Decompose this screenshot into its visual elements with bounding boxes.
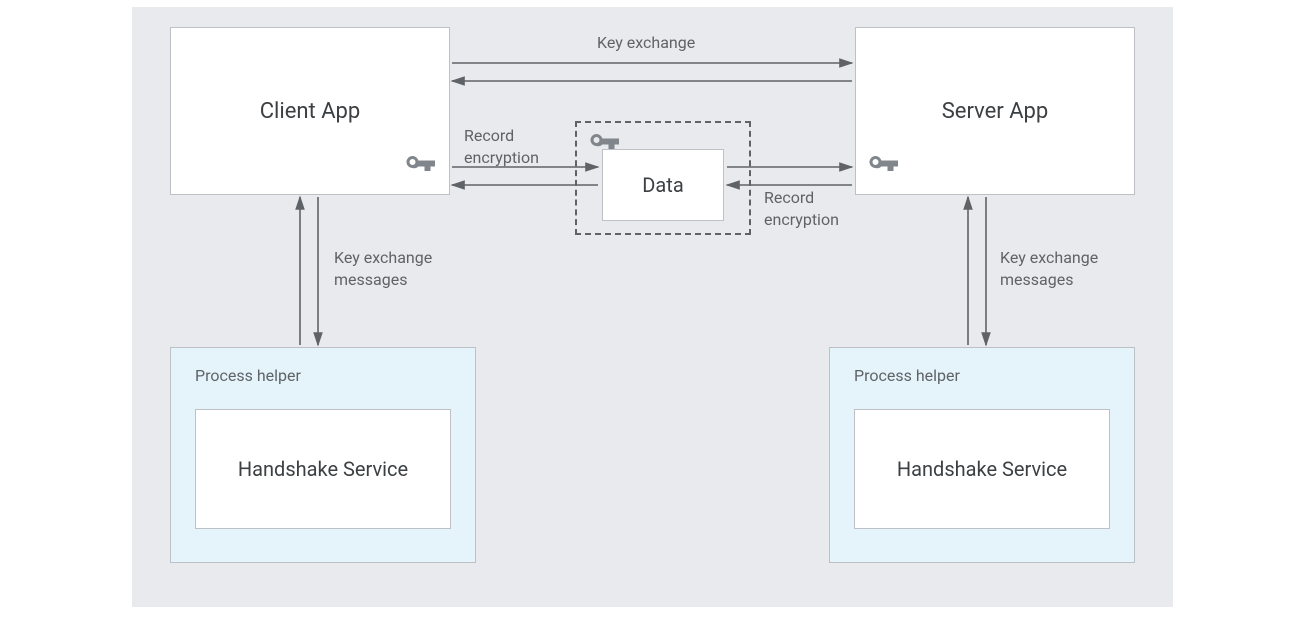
key-exchange-messages-left-label: Key exchange messages xyxy=(334,247,432,290)
key-icon-svg xyxy=(586,125,622,161)
key-icon xyxy=(865,147,901,187)
key-icon xyxy=(402,147,438,187)
data-label: Data xyxy=(642,173,683,197)
handshake-service-left-label: Handshake Service xyxy=(238,457,408,481)
key-exchange-messages-right-label: Key exchange messages xyxy=(1000,247,1098,290)
handshake-service-right-label: Handshake Service xyxy=(897,457,1067,481)
handshake-service-left: Handshake Service xyxy=(195,409,451,529)
record-encryption-right-label: Record encryption xyxy=(764,187,839,230)
server-app-label: Server App xyxy=(942,99,1049,124)
record-encryption-left-label: Record encryption xyxy=(464,125,539,168)
diagram-canvas: Client App Server App Data Process helpe… xyxy=(132,7,1173,607)
key-icon-svg xyxy=(865,147,901,183)
key-icon xyxy=(586,125,622,165)
process-helper-right: Process helper Handshake Service xyxy=(829,347,1135,563)
process-helper-left-label: Process helper xyxy=(195,366,451,385)
process-helper-left: Process helper Handshake Service xyxy=(170,347,476,563)
client-app-label: Client App xyxy=(260,99,361,124)
key-icon-svg xyxy=(402,147,438,183)
key-exchange-label: Key exchange xyxy=(597,32,695,54)
process-helper-right-label: Process helper xyxy=(854,366,1110,385)
handshake-service-right: Handshake Service xyxy=(854,409,1110,529)
